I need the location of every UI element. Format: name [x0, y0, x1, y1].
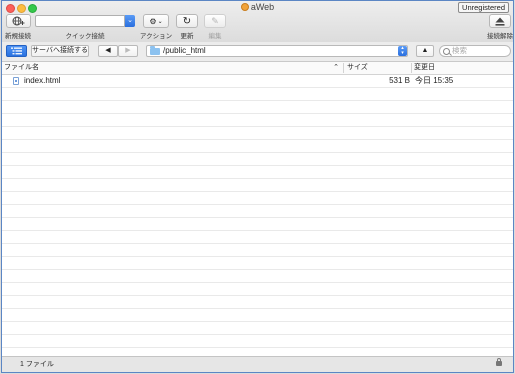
eject-icon — [495, 17, 505, 26]
chevron-down-icon: ⌄ — [157, 18, 163, 25]
file-size: 531 B — [389, 76, 410, 85]
sidebar-list-icon — [11, 47, 22, 55]
file-modified: 今日 15:35 — [415, 76, 454, 85]
search-placeholder: 検索 — [452, 46, 467, 55]
up-arrow-icon: ▲ — [421, 47, 429, 54]
quick-connect-label: クイック接続 — [65, 33, 105, 40]
disconnect-button[interactable] — [489, 14, 511, 28]
parent-folder-button[interactable]: ▲ — [416, 45, 434, 57]
app-window: aWeb Unregistered 新規接続 ⌄ クイック接続 ⚙ ⌄ アクション… — [1, 0, 514, 373]
gear-icon: ⚙ — [149, 16, 157, 26]
path-bar: サーバへ接続する ◀ ▶ /public_html ▴ ▾ ▲ 検索 — [2, 42, 513, 62]
disconnect-label: 接続解除 — [487, 33, 513, 40]
back-button[interactable]: ◀ — [98, 45, 118, 57]
table-row[interactable]: index.html 531 B 今日 15:35 — [2, 75, 513, 87]
refresh-icon: ↻ — [182, 15, 192, 27]
column-header-name-label: ファイル名 — [4, 64, 39, 71]
search-icon — [443, 48, 450, 55]
path-history-stepper[interactable]: ▴ ▾ — [398, 46, 407, 56]
file-name: index.html — [24, 76, 61, 85]
column-divider[interactable] — [411, 63, 412, 73]
edit-label: 編集 — [208, 33, 222, 40]
window-title: aWeb — [2, 2, 513, 12]
refresh-button[interactable]: ↻ — [176, 14, 198, 28]
toggle-sidebar-button[interactable] — [6, 45, 27, 57]
folder-icon — [150, 46, 160, 55]
back-arrow-icon: ◀ — [105, 47, 111, 54]
search-input[interactable]: 検索 — [439, 45, 511, 57]
column-divider[interactable] — [343, 63, 344, 73]
globe-plus-icon — [12, 16, 25, 26]
quick-connect-dropdown[interactable]: ⌄ — [125, 15, 135, 27]
file-table-header: ファイル名 ⌃ サイズ 変更日 — [2, 62, 513, 75]
forward-arrow-icon: ▶ — [125, 47, 131, 54]
edit-button[interactable]: ✎ — [204, 14, 226, 28]
action-button[interactable]: ⚙ ⌄ — [143, 14, 169, 28]
connect-to-server-button[interactable]: サーバへ接続する — [31, 45, 89, 57]
path-field[interactable]: /public_html — [146, 45, 408, 57]
file-count: 1 ファイル — [20, 361, 54, 368]
window-title-text: aWeb — [250, 2, 275, 12]
column-header-modified[interactable]: 変更日 — [414, 62, 512, 74]
new-connection-button[interactable] — [6, 14, 31, 28]
forward-button[interactable]: ▶ — [118, 45, 138, 57]
column-header-name[interactable]: ファイル名 ⌃ — [4, 62, 340, 74]
unregistered-badge[interactable]: Unregistered — [458, 2, 509, 13]
lock-icon[interactable] — [496, 358, 502, 366]
file-list: index.html 531 B 今日 15:35 — [2, 75, 513, 358]
path-text: /public_html — [163, 46, 206, 55]
aweb-app-icon — [240, 3, 249, 11]
column-header-size[interactable]: サイズ — [347, 62, 409, 74]
quick-connect-input[interactable] — [35, 15, 125, 27]
status-bar: 1 ファイル — [2, 356, 513, 372]
refresh-label: 更新 — [180, 33, 194, 40]
sort-ascending-icon: ⌃ — [333, 64, 339, 71]
new-connection-label: 新規接続 — [5, 33, 31, 40]
html-file-icon — [13, 77, 19, 85]
chevron-down-icon: ⌄ — [127, 17, 133, 24]
action-label: アクション — [139, 33, 173, 40]
pencil-icon: ✎ — [211, 15, 219, 26]
toolbar: aWeb Unregistered 新規接続 ⌄ クイック接続 ⚙ ⌄ アクション… — [2, 1, 513, 43]
